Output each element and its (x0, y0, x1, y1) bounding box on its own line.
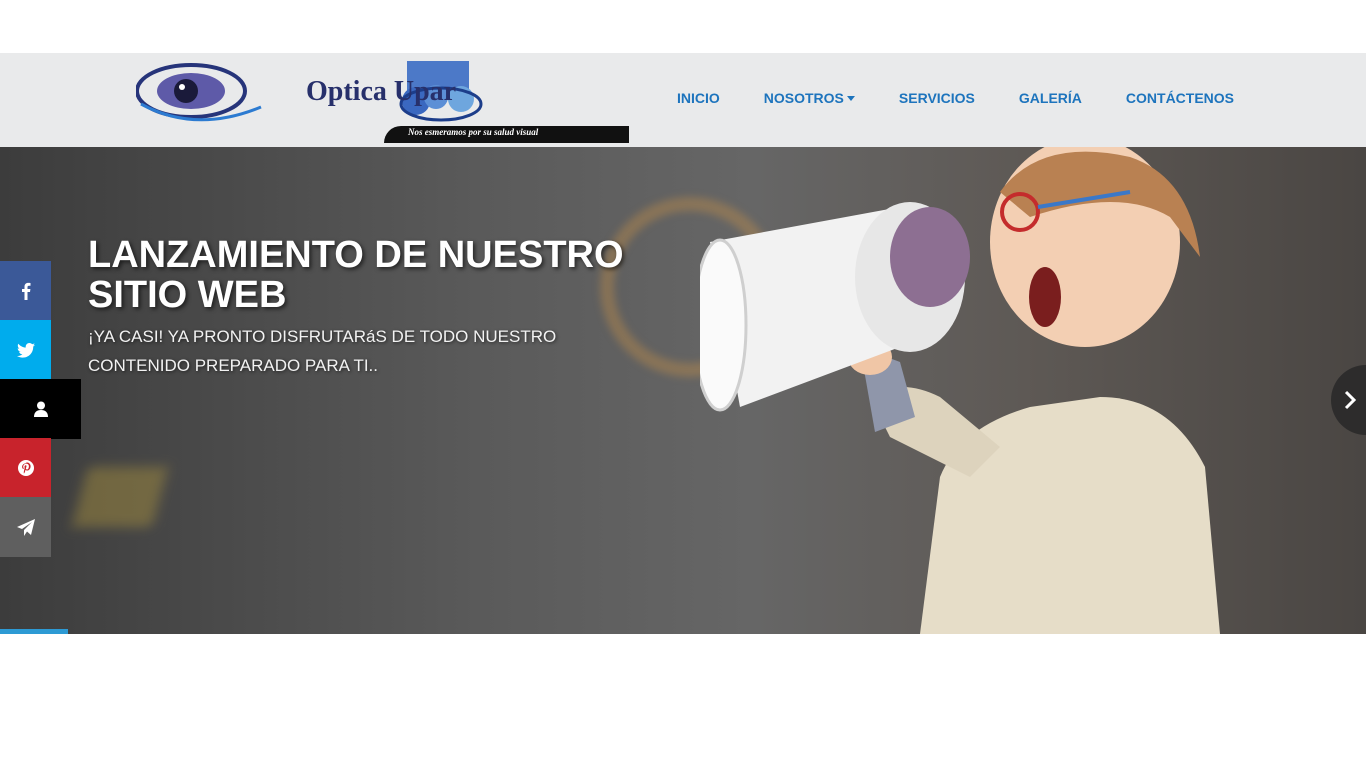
slider-progress-bar (0, 629, 68, 634)
chevron-down-icon (846, 95, 855, 101)
hero-subtitle: ¡YA CASI! YA PRONTO DISFRUTARáS DE TODO … (88, 327, 557, 375)
slider-next-button[interactable] (1331, 365, 1366, 435)
logo-tagline-bar: Nos esmeramos por su salud visual (384, 126, 629, 143)
nav-galeria[interactable]: GALERÍA (1019, 90, 1082, 106)
logo-brand-name: Optica Upar (306, 76, 457, 107)
hero-title: LANZAMIENTO DE NUESTRO SITIO WEB (88, 234, 624, 316)
main-nav: INICIO NOSOTROS SERVICIOS GALERÍA CONTÁC… (677, 90, 1278, 106)
telegram-icon (16, 518, 35, 536)
share-telegram-button[interactable] (0, 497, 51, 557)
logo-tagline: Nos esmeramos por su salud visual (408, 127, 539, 137)
chevron-right-icon (1344, 390, 1357, 410)
facebook-icon (21, 282, 30, 300)
background-blur-shape (71, 467, 169, 527)
user-icon (33, 401, 48, 417)
account-button[interactable] (0, 379, 81, 439)
hero-boy-megaphone-image (700, 147, 1220, 634)
site-header: Optica Upar Nos esmeramos por su salud v… (0, 53, 1366, 147)
share-facebook-button[interactable] (0, 261, 51, 321)
share-twitter-button[interactable] (0, 320, 51, 380)
nav-inicio[interactable]: INICIO (677, 90, 720, 106)
twitter-icon (16, 342, 35, 358)
pinterest-icon (17, 460, 34, 476)
nav-nosotros-label: NOSOTROS (763, 90, 844, 106)
hero-slider: LANZAMIENTO DE NUESTRO SITIO WEB ¡YA CAS… (0, 147, 1366, 634)
nav-contactenos[interactable]: CONTÁCTENOS (1126, 90, 1234, 106)
site-logo[interactable]: Optica Upar Nos esmeramos por su salud v… (135, 59, 629, 143)
share-pinterest-button[interactable] (0, 438, 51, 498)
nav-servicios[interactable]: SERVICIOS (899, 90, 975, 106)
nav-nosotros[interactable]: NOSOTROS (764, 90, 855, 106)
